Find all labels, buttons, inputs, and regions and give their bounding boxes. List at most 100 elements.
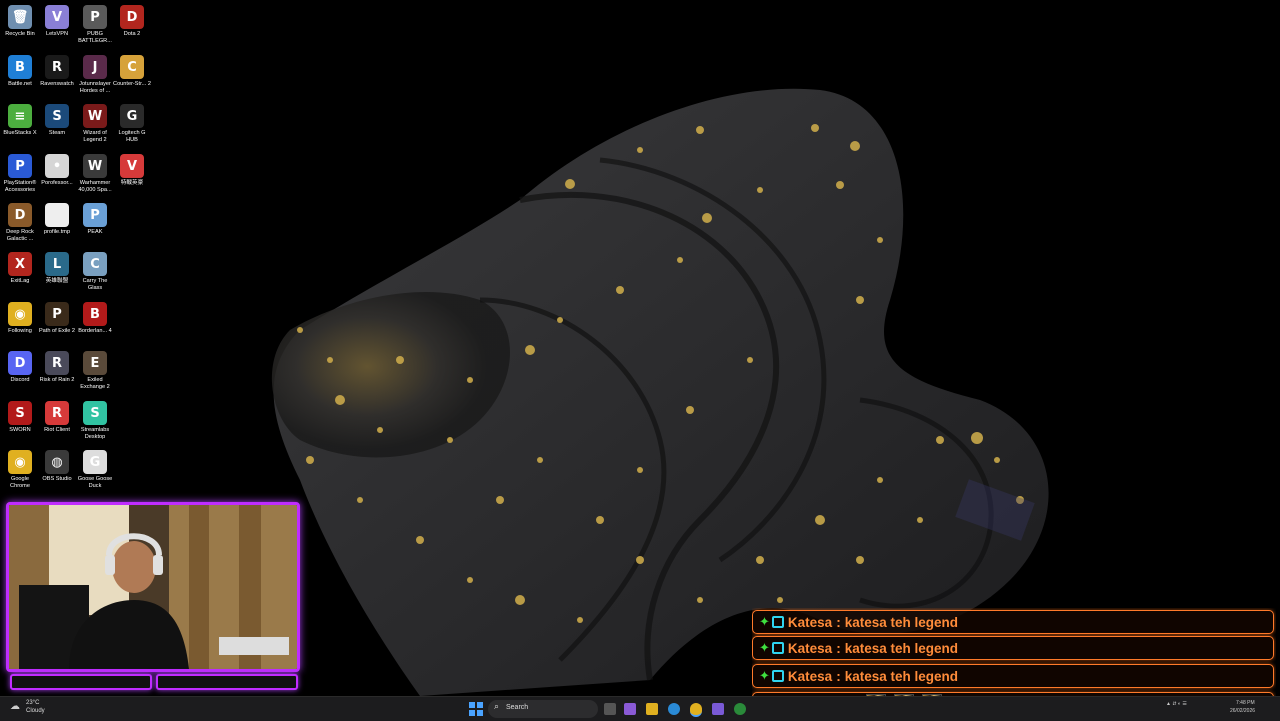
edge-icon[interactable] (668, 703, 680, 715)
desktop-shortcut[interactable]: R Risk of Rain 2 (38, 351, 76, 384)
desktop-shortcut[interactable]: 🗑 Recycle Bin (1, 5, 39, 38)
desktop-shortcut[interactable]: G Logitech G HUB (113, 104, 151, 144)
windows-logo-icon (469, 702, 483, 716)
search-icon: ⌕ (494, 702, 500, 712)
desktop-shortcut-label: Streamlabs Desktop (80, 427, 110, 440)
path-of-exile-icon: P (45, 302, 69, 326)
chrome-icon: ◉ (8, 450, 32, 474)
desktop-shortcut[interactable]: D Discord (1, 351, 39, 384)
desktop-shortcut[interactable]: R Riot Client (38, 401, 76, 434)
desktop-icon-grid: 🗑 Recycle Bin V LetsVPN P PUBG BATTLEGR... D Do… (0, 0, 160, 500)
streamlabs-icon: S (83, 401, 107, 425)
discord-icon: D (8, 351, 32, 375)
desktop-shortcut[interactable]: ◍ OBS Studio (38, 450, 76, 483)
riot-client-icon: R (45, 401, 69, 425)
desktop-shortcut[interactable]: S Steam (38, 104, 76, 137)
desktop-shortcut-label: Risk of Rain 2 (39, 377, 75, 383)
chat-badge-icon: ✦ (759, 614, 770, 630)
wizard-of-legend-icon: W (83, 104, 107, 128)
sworn-icon: S (8, 401, 32, 425)
desktop-shortcut[interactable]: ≡ BlueStacks X (1, 104, 39, 137)
subscriber-badge-icon (771, 616, 784, 628)
desktop-shortcut-label: BlueStacks X (3, 130, 37, 136)
desktop-shortcut[interactable]: C Counter-Str... 2 (113, 55, 151, 88)
desktop-shortcut-label: Wizard of Legend 2 (83, 130, 107, 143)
desktop-shortcut-label: Goose Goose Duck (77, 476, 113, 489)
temperature: 23°C (26, 700, 40, 706)
exitlag-icon: X (8, 252, 32, 276)
desktop-shortcut-label: Counter-Str... 2 (113, 81, 151, 87)
deep-rock-icon: D (8, 203, 32, 227)
goose-icon: G (83, 450, 107, 474)
desktop-shortcut-label: Path of Exile 2 (38, 328, 76, 334)
desktop-shortcut[interactable]: S SWORN (1, 401, 39, 434)
copilot-icon[interactable] (624, 703, 636, 715)
desktop-shortcut[interactable]: E Exiled Exchange 2 (76, 351, 114, 391)
desktop-shortcut[interactable]: J Jotunnslayer Hordes of ... (76, 55, 114, 95)
desktop-shortcut[interactable]: P PlayStation® Accessories (1, 154, 39, 194)
desktop-shortcut[interactable]: B Battle.net (1, 55, 39, 88)
desktop-shortcut[interactable]: V 特戰英豪 (113, 154, 151, 187)
desktop-shortcut[interactable]: ◉ Google Chrome (1, 450, 39, 490)
desktop-shortcut[interactable]: D Dota 2 (113, 5, 151, 38)
ravenswatch-icon: R (45, 55, 69, 79)
playstation-icon: P (8, 154, 32, 178)
desktop-shortcut-label: LetsVPN (45, 31, 69, 37)
desktop-shortcut-label: Warhammer 40,000 Spa... (78, 180, 112, 193)
desktop-shortcut[interactable]: P PUBG BATTLEGR... (76, 5, 114, 45)
desktop-shortcut[interactable]: B Borderlan... 4 (76, 302, 114, 335)
clock-date[interactable]: 26/02/2026 (1230, 708, 1255, 714)
desktop-shortcut[interactable]: W Warhammer 40,000 Spa... (76, 154, 114, 194)
webcam-overlay (6, 502, 300, 692)
weather-widget[interactable]: ☁ 23°C Cloudy (8, 700, 68, 718)
subscriber-badge-icon (771, 670, 784, 682)
desktop-shortcut[interactable]: W Wizard of Legend 2 (76, 104, 114, 144)
desktop-shortcut[interactable]: P Path of Exile 2 (38, 302, 76, 335)
desktop-shortcut-label: profile.tmp (43, 229, 71, 235)
file-explorer-icon[interactable] (646, 703, 658, 715)
chat-badge-icon: ✦ (759, 668, 770, 684)
peak-icon: P (83, 203, 107, 227)
desktop-shortcut[interactable]: profile.tmp (38, 203, 76, 236)
chat-separator: : (836, 640, 841, 656)
webcam-bar-left (10, 674, 152, 690)
windows-start-button[interactable] (469, 700, 483, 718)
app-taskbar-icon[interactable] (712, 703, 724, 715)
taskbar-search[interactable]: ⌕ Search (488, 700, 598, 718)
chat-badge-icon: ✦ (759, 640, 770, 656)
chat-username: Katesa (787, 614, 833, 630)
desktop-shortcut[interactable]: C Carry The Glass (76, 252, 114, 292)
tray-icons[interactable]: ▲ ⇵ ◐ ☰ (1166, 701, 1187, 707)
taskbar: ☁ 23°C Cloudy ⌕ Search ▲ ⇵ ◐ ☰ 7:48 PM 2… (0, 696, 1280, 721)
letsvpn-icon: V (45, 5, 69, 29)
desktop-shortcut[interactable]: D Deep Rock Galactic ... (1, 203, 39, 243)
desktop-shortcut[interactable]: L 英雄聯盟 (38, 252, 76, 285)
desktop-shortcut[interactable]: • Porofessor... (38, 154, 76, 187)
desktop-shortcut[interactable]: V LetsVPN (38, 5, 76, 38)
logitech-icon: G (120, 104, 144, 128)
subscriber-badge-icon (771, 642, 784, 654)
desktop-shortcut-label: 特戰英豪 (120, 180, 144, 186)
pubg-icon: P (83, 5, 107, 29)
desktop-shortcut[interactable]: X ExitLag (1, 252, 39, 285)
desktop-shortcut[interactable]: G Goose Goose Duck (76, 450, 114, 490)
desktop-shortcut[interactable]: R Ravenswatch (38, 55, 76, 88)
chrome-following-icon: ◉ (8, 302, 32, 326)
battlenet-icon: B (8, 55, 32, 79)
bluestacks-icon: ≡ (8, 104, 32, 128)
chrome-taskbar-icon[interactable] (690, 703, 702, 717)
cloud-icon: ☁ (10, 701, 20, 712)
desktop-shortcut-label: Riot Client (44, 427, 70, 433)
desktop-shortcut-label: ExitLag (10, 278, 30, 284)
desktop-shortcut[interactable]: P PEAK (76, 203, 114, 236)
dota2-icon: D (120, 5, 144, 29)
exiled-exchange-icon: E (83, 351, 107, 375)
search-label: Search (506, 704, 529, 711)
clock-time[interactable]: 7:48 PM (1236, 700, 1255, 706)
desktop-shortcut[interactable]: S Streamlabs Desktop (76, 401, 114, 441)
desktop-shortcut-label: Following (8, 328, 32, 334)
xbox-icon[interactable] (734, 703, 746, 715)
desktop-shortcut[interactable]: ◉ Following (1, 302, 39, 335)
webcam-bar-right (156, 674, 298, 690)
task-view-icon[interactable] (604, 703, 616, 715)
